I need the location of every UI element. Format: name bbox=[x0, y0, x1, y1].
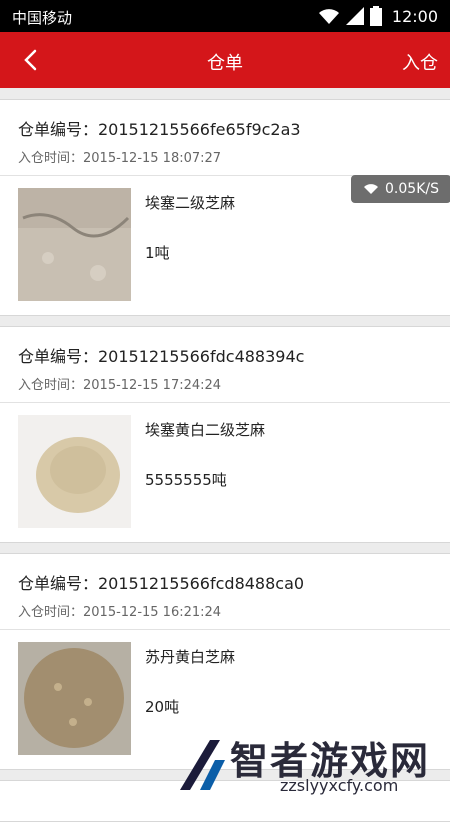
product-quantity: 1吨 bbox=[145, 244, 170, 262]
order-number: 仓单编号：20151215566fe65f9c2a3 bbox=[18, 120, 301, 139]
order-card[interactable]: 仓单编号：20151215566fe65f9c2a3 入仓时间：2015-12-… bbox=[0, 99, 450, 316]
product-name: 埃塞黄白二级芝麻 bbox=[145, 421, 266, 439]
watermark-url: zzslyyxcfy.com bbox=[280, 776, 399, 795]
order-number: 仓单编号：20151215566fdc488394c bbox=[18, 347, 305, 366]
order-card[interactable]: 仓单编号：20151215566fdc488394c 入仓时间：2015-12-… bbox=[0, 326, 450, 543]
app-bar: 仓单 入仓 bbox=[0, 32, 450, 88]
network-speed-indicator: 0.05K/S bbox=[351, 175, 450, 203]
product-name: 苏丹黄白芝麻 bbox=[145, 648, 236, 666]
product-photo bbox=[18, 415, 131, 528]
battery-icon bbox=[369, 6, 382, 26]
divider bbox=[0, 402, 450, 403]
divider bbox=[0, 629, 450, 630]
product-name: 埃塞二级芝麻 bbox=[145, 194, 236, 212]
signal-icon bbox=[345, 7, 364, 25]
status-icons: 12:00 bbox=[318, 6, 438, 26]
product-photo bbox=[18, 188, 131, 301]
status-bar: 中国移动 12:00 bbox=[0, 0, 450, 32]
product-quantity: 5555555吨 bbox=[145, 471, 227, 489]
order-time: 入仓时间：2015-12-15 17:24:24 bbox=[18, 378, 222, 393]
product-photo bbox=[18, 642, 131, 755]
wifi-icon bbox=[318, 9, 339, 24]
product-quantity: 20吨 bbox=[145, 698, 180, 716]
order-time: 入仓时间：2015-12-15 16:21:24 bbox=[18, 605, 222, 620]
order-time: 入仓时间：2015-12-15 18:07:27 bbox=[18, 151, 222, 166]
order-number: 仓单编号：20151215566fcd8488ca0 bbox=[18, 574, 305, 593]
wifi-icon bbox=[364, 184, 379, 194]
watermark-logo: 智者游戏网 zzslyyxcfy.com bbox=[170, 730, 450, 800]
check-in-button[interactable]: 入仓 bbox=[402, 49, 438, 75]
carrier-label: 中国移动 bbox=[12, 9, 73, 27]
network-speed-text: 0.05K/S bbox=[385, 181, 439, 197]
watermark-mark-icon bbox=[180, 740, 225, 790]
page-title: 仓单 bbox=[207, 53, 243, 74]
clock: 12:00 bbox=[391, 6, 438, 26]
